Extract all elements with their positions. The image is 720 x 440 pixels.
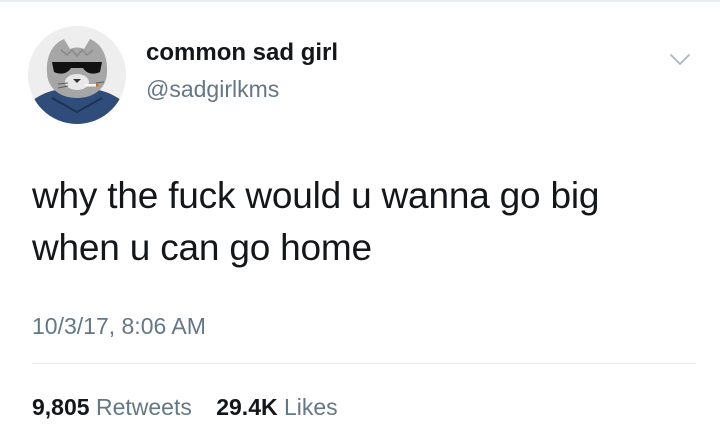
tweet-author: common sad girl @sadgirlkms — [146, 38, 338, 104]
retweets-count: 9,805 — [32, 394, 90, 420]
chevron-down-icon[interactable] — [668, 52, 692, 68]
tweet-text: why the fuck would u wanna go big when u… — [32, 175, 600, 268]
likes-count: 29.4K — [216, 394, 278, 420]
avatar[interactable] — [28, 26, 126, 124]
tweet-card: common sad girl @sadgirlkms why the fuck… — [0, 2, 720, 440]
likes-label: Likes — [283, 394, 338, 420]
retweets-label: Retweets — [95, 394, 192, 420]
author-handle[interactable]: @sadgirlkms — [146, 74, 338, 104]
likes-stat[interactable]: 29.4K Likes — [216, 390, 337, 424]
tweet-stats: 9,805 Retweets 29.4K Likes — [32, 390, 356, 424]
retweets-stat[interactable]: 9,805 Retweets — [32, 390, 192, 424]
tweet-timestamp[interactable]: 10/3/17, 8:06 AM — [32, 310, 206, 342]
author-display-name[interactable]: common sad girl — [146, 38, 338, 68]
cat-avatar-icon — [28, 26, 126, 124]
stats-divider — [32, 363, 696, 364]
